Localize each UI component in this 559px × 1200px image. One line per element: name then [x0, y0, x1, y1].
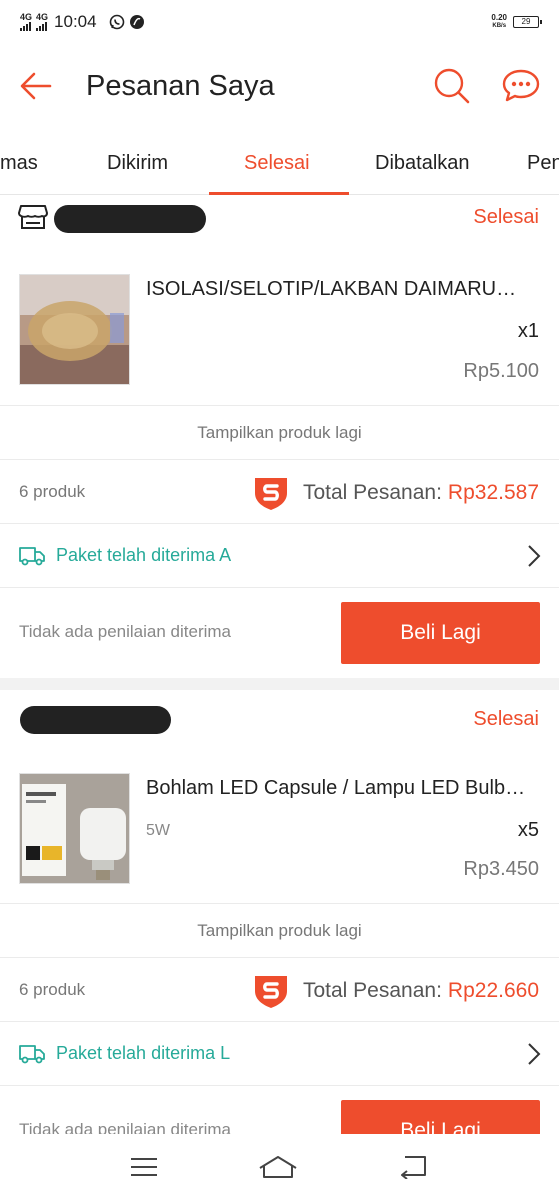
active-tab-indicator — [209, 192, 349, 195]
signal-2: 4G — [36, 13, 48, 31]
rating-status: Tidak ada penilaian diterima — [19, 622, 231, 641]
shipping-status-row[interactable]: Paket telah diterima L — [0, 1022, 559, 1086]
product-thumbnail — [19, 274, 130, 385]
network-type-2: 4G — [36, 12, 49, 22]
order-card: Selesai ISOLASI/SELOTIP/LAKBAN DAIMARU… … — [0, 196, 559, 678]
whatsapp-icon — [109, 14, 124, 30]
network-speed: 0.20 KB/s — [491, 14, 507, 30]
product-thumbnail — [19, 773, 130, 884]
tab-dibatalkan[interactable]: Dibatalkan — [375, 128, 470, 195]
tab-pengembalian[interactable]: Pen — [527, 128, 559, 195]
order-total-row: 6 produk Total Pesanan: Rp22.660 — [0, 958, 559, 1022]
status-bar: 4G 4G 10:04 0.20 KB/s 29 — [0, 0, 559, 44]
shop-header[interactable]: Selesai — [0, 690, 559, 746]
product-quantity: x5 — [517, 819, 539, 841]
home-icon[interactable] — [258, 1154, 298, 1180]
app-notification-icon — [129, 15, 144, 29]
shopee-guarantee-icon — [254, 976, 287, 1008]
order-total-label: Total Pesanan: — [302, 979, 442, 1002]
signal-1: 4G — [20, 13, 32, 31]
product-quantity: x1 — [517, 320, 539, 342]
speed-unit: KB/s — [492, 23, 507, 29]
chevron-right-icon — [528, 545, 541, 567]
tab-dikemas[interactable]: mas — [0, 128, 38, 195]
shopee-guarantee-icon — [254, 478, 287, 510]
chat-icon[interactable] — [501, 68, 541, 104]
product-price: Rp3.450 — [463, 858, 539, 880]
order-status: Selesai — [473, 708, 539, 730]
truck-icon — [19, 1045, 45, 1064]
shop-header[interactable]: Selesai — [0, 196, 559, 242]
chevron-right-icon — [528, 1043, 541, 1065]
product-count: 6 produk — [19, 482, 86, 501]
order-total-amount: Rp22.660 — [447, 979, 539, 1002]
shop-icon — [18, 205, 48, 229]
rating-status: Tidak ada penilaian diterima — [19, 1120, 231, 1134]
show-more-products[interactable]: Tampilkan produk lagi — [0, 904, 559, 958]
app-bar: Pesanan Saya — [0, 44, 559, 128]
shipping-status-row[interactable]: Paket telah diterima A — [0, 524, 559, 588]
product-item[interactable]: Bohlam LED Capsule / Lampu LED Bulb… 5W … — [0, 746, 559, 904]
menu-icon[interactable] — [130, 1156, 158, 1178]
order-status-tabs: mas Dikirim Selesai Dibatalkan Pen — [0, 128, 559, 195]
order-actions: Tidak ada penilaian diterima Beli Lagi — [0, 588, 559, 678]
clock: 10:04 — [54, 12, 97, 31]
tab-dikirim[interactable]: Dikirim — [107, 128, 168, 195]
signal-icon — [20, 22, 32, 31]
system-nav-bar — [0, 1134, 559, 1200]
order-total-label: Total Pesanan: — [302, 481, 442, 504]
truck-icon — [19, 547, 45, 566]
shipping-status-text: Paket telah diterima A — [56, 545, 232, 565]
order-card: Selesai Bohlam LED Capsule / Lampu LED B… — [0, 690, 559, 1134]
network-type-1: 4G — [20, 12, 33, 22]
product-item[interactable]: ISOLASI/SELOTIP/LAKBAN DAIMARU… x1 Rp5.1… — [0, 242, 559, 406]
show-more-products[interactable]: Tampilkan produk lagi — [0, 406, 559, 460]
back-icon[interactable] — [399, 1155, 429, 1179]
battery-level: 29 — [521, 17, 531, 26]
order-actions: Tidak ada penilaian diterima Beli Lagi — [0, 1086, 559, 1134]
back-arrow-icon[interactable] — [18, 68, 54, 104]
shop-name-redacted — [20, 706, 171, 734]
order-total-amount: Rp32.587 — [447, 481, 539, 504]
product-name: Bohlam LED Capsule / Lampu LED Bulb… — [146, 777, 526, 799]
buy-again-button[interactable]: Beli Lagi — [341, 602, 540, 664]
search-icon[interactable] — [433, 67, 471, 105]
product-variant: 5W — [146, 822, 170, 839]
order-status: Selesai — [473, 206, 539, 228]
product-name: ISOLASI/SELOTIP/LAKBAN DAIMARU… — [146, 278, 517, 300]
product-count: 6 produk — [19, 980, 86, 999]
product-price: Rp5.100 — [463, 360, 539, 382]
shop-name-redacted — [54, 205, 206, 233]
order-total-row: 6 produk Total Pesanan: Rp32.587 — [0, 460, 559, 524]
shipping-status-text: Paket telah diterima L — [56, 1043, 231, 1063]
tab-selesai[interactable]: Selesai — [244, 128, 310, 195]
speed-value: 0.20 — [491, 13, 507, 22]
signal-icon — [36, 22, 48, 31]
order-list[interactable]: Selesai ISOLASI/SELOTIP/LAKBAN DAIMARU… … — [0, 196, 559, 1134]
buy-again-button[interactable]: Beli Lagi — [341, 1100, 540, 1134]
battery-icon: 29 — [513, 16, 542, 28]
page-title: Pesanan Saya — [86, 69, 275, 102]
